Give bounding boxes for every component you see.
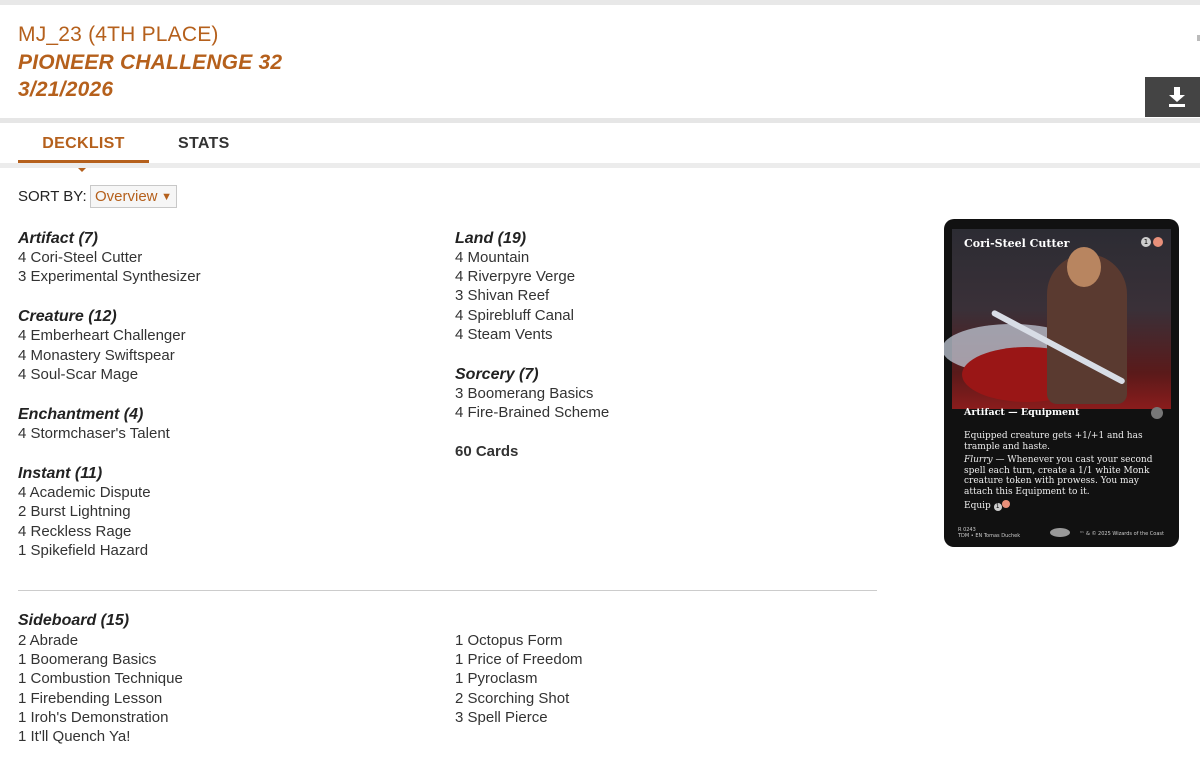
card-preview-footer: R 0243 TDM • EN Tomas Duchek ™ & © 2025 … xyxy=(958,527,1168,539)
event-name: PIONEER CHALLENGE 32 xyxy=(18,51,283,74)
sideboard-title: Sideboard (15) xyxy=(18,612,130,629)
group-title: Sorcery (7) xyxy=(455,365,539,383)
card-entry[interactable]: 2 Burst Lightning xyxy=(18,502,418,521)
card-entry[interactable]: 4 Emberheart Challenger xyxy=(18,326,418,345)
group-instant: Instant (11) 4 Academic Dispute 2 Burst … xyxy=(18,464,418,560)
card-entry[interactable]: 1 It'll Quench Ya! xyxy=(18,727,418,746)
rules-line: Equipped creature gets +1/+1 and has tra… xyxy=(964,431,1143,452)
card-entry[interactable]: 4 Stormchaser's Talent xyxy=(18,424,418,443)
download-icon xyxy=(1169,87,1185,107)
generic-mana-icon: 1 xyxy=(993,503,1002,511)
group-enchantment: Enchantment (4) 4 Stormchaser's Talent xyxy=(18,405,418,443)
card-entry[interactable]: 3 Experimental Synthesizer xyxy=(18,267,418,286)
card-preview-cost: 1 xyxy=(1141,237,1163,247)
card-entry[interactable]: 4 Cori-Steel Cutter xyxy=(18,248,418,267)
chevron-down-icon: ▼ xyxy=(161,191,172,203)
card-entry[interactable]: 2 Scorching Shot xyxy=(455,689,855,708)
group-title: Creature (12) xyxy=(18,308,117,326)
card-entry[interactable]: 4 Steam Vents xyxy=(455,325,855,344)
group-title: Artifact (7) xyxy=(18,230,99,247)
card-art xyxy=(944,229,1171,409)
card-entry[interactable]: 1 Price of Freedom xyxy=(455,650,855,669)
group-artifact: Artifact (7) 4 Cori-Steel Cutter 3 Exper… xyxy=(18,229,418,286)
card-entry[interactable]: 4 Monastery Swiftspear xyxy=(18,346,418,365)
tab-bar: DECKLIST STATS xyxy=(0,123,1200,172)
copyright: ™ & © 2025 Wizards of the Coast xyxy=(1079,531,1164,537)
artist: Tomas Duchek xyxy=(983,533,1021,539)
group-title: Instant (11) xyxy=(18,465,103,483)
card-entry[interactable]: 3 Spell Pierce xyxy=(455,708,855,727)
card-entry[interactable]: 4 Reckless Rage xyxy=(18,522,418,541)
group-title: Land (19) xyxy=(455,230,527,247)
card-entry[interactable]: 1 Octopus Form xyxy=(455,631,855,650)
tab-decklist[interactable]: DECKLIST xyxy=(18,135,149,153)
card-preview-type: Artifact — Equipment xyxy=(964,407,1080,418)
event-date: 3/21/2026 xyxy=(18,78,114,101)
deck-header: MJ_23 (4TH PLACE) PIONEER CHALLENGE 32 3… xyxy=(0,5,1200,118)
sideboard-right-column: 1 Octopus Form 1 Price of Freedom 1 Pyro… xyxy=(455,631,855,727)
card-preview-name: Cori-Steel Cutter xyxy=(964,237,1070,250)
download-button[interactable] xyxy=(1145,77,1200,117)
card-entry[interactable]: 4 Spirebluff Canal xyxy=(455,306,855,325)
group-land: Land (19) 4 Mountain 4 Riverpyre Verge 3… xyxy=(455,229,855,344)
sideboard-left-column: 2 Abrade 1 Boomerang Basics 1 Combustion… xyxy=(18,631,418,746)
card-entry[interactable]: 1 Firebending Lesson xyxy=(18,689,418,708)
group-sorcery: Sorcery (7) 3 Boomerang Basics 4 Fire-Br… xyxy=(455,365,855,422)
card-entry[interactable]: 4 Soul-Scar Mage xyxy=(18,365,418,384)
card-entry[interactable]: 2 Abrade xyxy=(18,631,418,650)
tab-separator xyxy=(0,163,1200,168)
group-creature: Creature (12) 4 Emberheart Challenger 4 … xyxy=(18,307,418,384)
rules-line: Flurry — Whenever you cast your second s… xyxy=(964,455,1164,497)
card-entry[interactable]: 3 Shivan Reef xyxy=(455,286,855,305)
decklist-right-column: Land (19) 4 Mountain 4 Riverpyre Verge 3… xyxy=(455,229,855,460)
card-preview-image: Cori-Steel Cutter 1 Artifact — Equipment… xyxy=(944,219,1179,547)
generic-mana-icon: 1 xyxy=(1141,237,1151,247)
card-entry[interactable]: 1 Spikefield Hazard xyxy=(18,541,418,560)
sort-label: SORT BY: xyxy=(18,188,87,205)
card-entry[interactable]: 1 Combustion Technique xyxy=(18,669,418,688)
card-entry[interactable]: 1 Iroh's Demonstration xyxy=(18,708,418,727)
card-entry[interactable]: 4 Riverpyre Verge xyxy=(455,267,855,286)
tab-stats[interactable]: STATS xyxy=(178,135,230,153)
decklist-left-column: Artifact (7) 4 Cori-Steel Cutter 3 Exper… xyxy=(18,229,418,560)
card-preview-rules: Equipped creature gets +1/+1 and has tra… xyxy=(964,431,1164,515)
set-symbol-icon xyxy=(1151,407,1163,419)
sort-select[interactable]: Overview ▼ xyxy=(90,185,177,208)
sort-select-value: Overview xyxy=(95,188,158,205)
red-mana-icon xyxy=(1153,237,1163,247)
red-mana-icon xyxy=(1001,500,1010,508)
holo-stamp-icon xyxy=(1050,528,1070,537)
card-entry[interactable]: 4 Mountain xyxy=(455,248,855,267)
sideboard-divider xyxy=(18,590,877,591)
card-entry[interactable]: 1 Boomerang Basics xyxy=(18,650,418,669)
rules-line: Equip 1 xyxy=(964,500,1164,512)
flurry-text: — Whenever you cast your second spell ea… xyxy=(964,455,1153,497)
card-entry[interactable]: 4 Academic Dispute xyxy=(18,483,418,502)
equip-text: Equip xyxy=(964,501,991,511)
set-line: TDM • EN xyxy=(958,533,983,539)
deck-total: 60 Cards xyxy=(455,443,519,461)
card-entry[interactable]: 4 Fire-Brained Scheme xyxy=(455,403,855,422)
card-entry[interactable]: 1 Pyroclasm xyxy=(455,669,855,688)
flurry-keyword: Flurry xyxy=(964,455,993,465)
group-title: Enchantment (4) xyxy=(18,405,144,423)
player-title: MJ_23 (4TH PLACE) xyxy=(18,23,219,46)
card-entry[interactable]: 3 Boomerang Basics xyxy=(455,384,855,403)
